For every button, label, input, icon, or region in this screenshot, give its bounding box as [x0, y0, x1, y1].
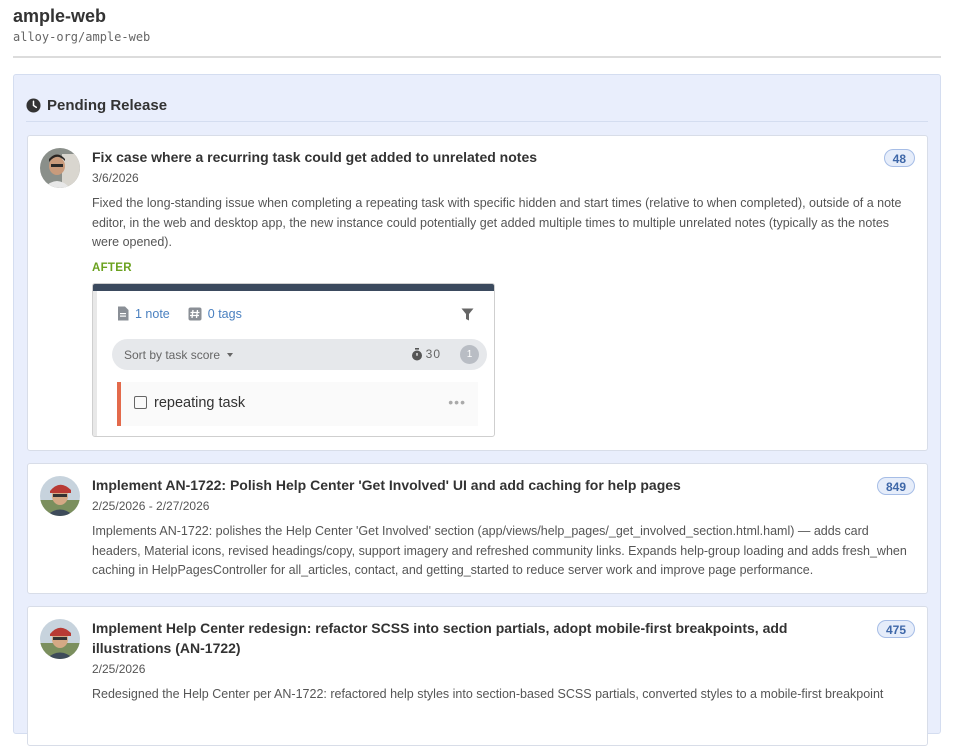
- notes-count: 1 note: [135, 306, 170, 321]
- task-text: repeating task: [154, 395, 246, 411]
- sort-dropdown[interactable]: Sort by task score: [124, 348, 234, 362]
- pr-number-badge[interactable]: 475: [876, 620, 915, 638]
- avatar: [40, 476, 80, 516]
- sort-label: Sort by task score: [124, 348, 221, 362]
- tags-filter[interactable]: 0 tags: [188, 307, 242, 321]
- task-score: 30: [411, 347, 441, 361]
- divider: [26, 121, 928, 122]
- repo-name[interactable]: ample-web: [13, 6, 106, 27]
- repo-path: alloy-org/ample-web: [13, 30, 151, 44]
- tags-count: 0 tags: [207, 306, 242, 321]
- more-options-icon[interactable]: •••: [448, 394, 466, 410]
- card-date: 2/25/2026: [92, 662, 146, 676]
- card-description: Implements AN-1722: polishes the Help Ce…: [92, 524, 907, 577]
- pending-release-panel: Pending Release Fix case where a recurri…: [13, 74, 941, 746]
- sort-bar[interactable]: Sort by task score 30 1: [112, 339, 487, 370]
- release-card: Implement Help Center redesign: refactor…: [27, 606, 928, 746]
- card-title[interactable]: Fix case where a recurring task could ge…: [92, 147, 872, 167]
- hashtag-icon: [188, 307, 202, 320]
- task-count-badge: 1: [460, 345, 479, 364]
- release-card: Fix case where a recurring task could ge…: [27, 135, 928, 451]
- after-label: AFTER: [92, 262, 132, 274]
- card-title[interactable]: Implement AN-1722: Polish Help Center 'G…: [92, 475, 872, 495]
- screenshot-edge: [93, 291, 97, 436]
- task-row[interactable]: repeating task •••: [117, 382, 478, 426]
- notes-filter[interactable]: 1 note: [117, 306, 170, 321]
- stopwatch-icon: [411, 347, 422, 360]
- after-screenshot: 1 note 0 tags Sort by task score 30 1 re…: [92, 283, 495, 437]
- panel-title: Pending Release: [26, 95, 167, 115]
- panel-title-text: Pending Release: [47, 96, 168, 114]
- document-icon: [118, 306, 129, 321]
- card-title[interactable]: Implement Help Center redesign: refactor…: [92, 618, 867, 658]
- card-date: 3/6/2026: [92, 171, 139, 185]
- pr-number-badge[interactable]: 48: [883, 149, 915, 167]
- task-checkbox[interactable]: [134, 396, 147, 409]
- task-score-value: 30: [425, 347, 441, 361]
- clock-icon: [26, 97, 41, 113]
- caret-down-icon: [227, 353, 234, 357]
- avatar: [40, 148, 80, 188]
- card-description: Fixed the long-standing issue when compl…: [92, 196, 902, 249]
- screenshot-filter-row: 1 note 0 tags: [117, 306, 260, 321]
- card-description: Redesigned the Help Center per AN-1722: …: [92, 687, 884, 701]
- card-date: 2/25/2026 - 2/27/2026: [92, 499, 210, 513]
- task-priority-bar: [117, 382, 121, 426]
- pr-number-badge[interactable]: 849: [876, 477, 915, 495]
- filter-icon[interactable]: [461, 308, 474, 321]
- screenshot-topbar: [93, 284, 494, 291]
- avatar: [40, 619, 80, 659]
- repo-header: ample-web alloy-org/ample-web: [13, 6, 941, 58]
- release-card: Implement AN-1722: Polish Help Center 'G…: [27, 463, 928, 594]
